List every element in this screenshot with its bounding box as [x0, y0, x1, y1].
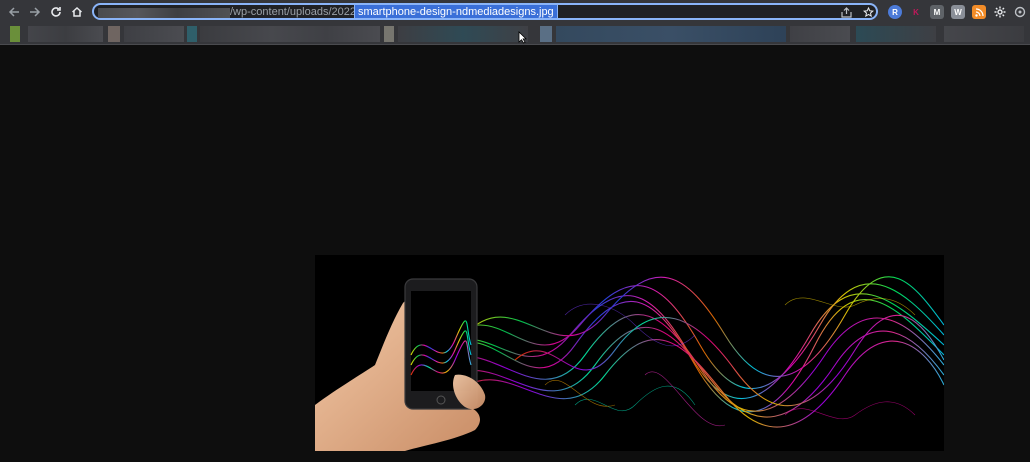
extension-k-icon[interactable]: K: [909, 5, 923, 19]
url-domain-redacted: [98, 8, 230, 18]
gear-icon[interactable]: [993, 5, 1007, 19]
arrow-left-icon: [8, 7, 19, 17]
share-icon: [840, 6, 852, 18]
url-selected-filename[interactable]: smartphone-design-ndmediadesigns.jpg: [354, 4, 558, 19]
bookmarks-bar-redacted: [0, 24, 1030, 45]
bookmark-item[interactable]: [384, 26, 394, 42]
bookmark-item[interactable]: [28, 26, 103, 42]
reload-button[interactable]: [47, 3, 65, 21]
forward-button[interactable]: [26, 3, 44, 21]
extension-m-icon[interactable]: M: [930, 5, 944, 19]
share-button[interactable]: [840, 6, 852, 18]
bookmark-item[interactable]: [10, 26, 20, 42]
browser-toolbar: /wp-content/uploads/2022/07/ smartphone-…: [0, 0, 1030, 24]
extension-m-letter: M: [933, 7, 941, 17]
star-icon: [862, 6, 874, 17]
bookmark-item[interactable]: [790, 26, 850, 42]
extension-r-icon[interactable]: R: [888, 5, 902, 19]
bookmark-star-button[interactable]: [862, 6, 874, 18]
mouse-cursor-icon: [518, 31, 527, 44]
gear-glyph: [994, 6, 1006, 18]
bookmark-item[interactable]: [108, 26, 120, 42]
bookmark-item[interactable]: [124, 26, 184, 42]
url-path: /wp-content/uploads/2022/07/: [230, 6, 375, 18]
reload-icon: [51, 7, 61, 17]
extension-circle-icon[interactable]: [1013, 5, 1027, 19]
bookmark-item[interactable]: [856, 26, 936, 42]
bookmark-item[interactable]: [200, 26, 380, 42]
smartphone-image: [315, 255, 944, 451]
rss-icon[interactable]: [972, 5, 986, 19]
home-icon: [72, 6, 82, 17]
circle-glyph: [1014, 6, 1026, 18]
back-button[interactable]: [5, 3, 23, 21]
bookmark-item[interactable]: [398, 26, 528, 42]
rss-glyph: [974, 7, 984, 17]
bookmark-item[interactable]: [540, 26, 552, 42]
bookmark-item[interactable]: [556, 26, 786, 42]
bookmark-item[interactable]: [944, 26, 1024, 42]
home-button[interactable]: [68, 3, 86, 21]
bookmark-item[interactable]: [187, 26, 197, 42]
extension-w-icon[interactable]: W: [951, 5, 965, 19]
extension-k-letter: K: [913, 7, 919, 17]
address-bar[interactable]: /wp-content/uploads/2022/07/ smartphone-…: [92, 3, 878, 20]
extension-r-letter: R: [892, 7, 898, 17]
arrow-right-icon: [30, 7, 41, 17]
extension-w-letter: W: [954, 7, 962, 17]
